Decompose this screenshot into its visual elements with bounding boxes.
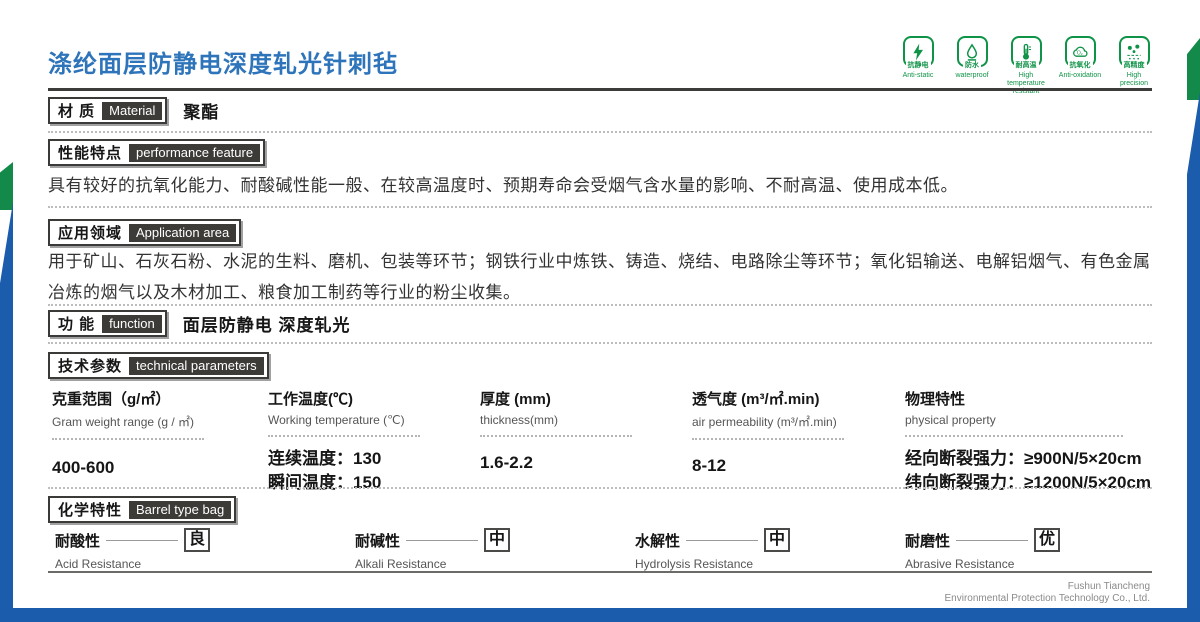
page-title: 涤纶面层防静电深度轧光针刺毡 [48, 44, 398, 79]
application-label: 应用领域 Application area [48, 219, 241, 246]
feature-high-temperature: 耐高温 High temperature resistant [1004, 36, 1048, 96]
param-thickness: 厚度 (mm) thickness(mm) 1.6-2.2 [480, 388, 692, 495]
application-label-en-badge: Application area [129, 224, 236, 242]
param-air-permeability: 透气度 (m³/㎡.min) air permeability (m³/㎡.mi… [692, 388, 905, 495]
section-divider [48, 342, 1152, 344]
function-value: 面层防静电 深度轧光 [183, 311, 351, 336]
connector-line [106, 540, 178, 541]
material-value: 聚酯 [183, 98, 219, 123]
feature-anti-static: 抗静电 Anti-static [896, 36, 940, 96]
rating-badge: 中 [484, 528, 510, 552]
section-divider [48, 487, 1152, 489]
chemical-label-en-badge: Barrel type bag [129, 501, 231, 519]
company-name: Fushun Tiancheng Environmental Protectio… [945, 581, 1151, 605]
title-divider [48, 88, 1152, 91]
column-divider [268, 435, 420, 437]
param-working-temperature: 工作温度(℃) Working temperature (℃) 连续温度：130… [268, 388, 480, 495]
chem-abrasive-resistance: 耐磨性 优 Abrasive Resistance [905, 528, 1060, 571]
parameters-table: 克重范围（g/㎡） Gram weight range (g / ㎡) 400-… [52, 388, 1160, 495]
function-label-en-badge: function [102, 315, 162, 333]
chemical-label: 化学特性 Barrel type bag [48, 496, 236, 523]
function-row: 功 能 function 面层防静电 深度轧光 [48, 310, 350, 337]
material-label-en-badge: Material [102, 102, 162, 120]
performance-label: 性能特点 performance feature [48, 139, 265, 166]
column-divider [905, 435, 1123, 437]
param-gram-weight: 克重范围（g/㎡） Gram weight range (g / ㎡) 400-… [52, 388, 268, 495]
connector-line [686, 540, 758, 541]
column-divider [52, 438, 204, 440]
right-edge-decoration [1187, 38, 1200, 608]
feature-icon-row: 抗静电 Anti-static 防水 waterproof 耐高温 High t… [896, 36, 1156, 96]
feature-waterproof: 防水 waterproof [950, 36, 994, 96]
rating-badge: 良 [184, 528, 210, 552]
chem-hydrolysis-resistance: 水解性 中 Hydrolysis Resistance [635, 528, 790, 571]
product-datasheet: 涤纶面层防静电深度轧光针刺毡 抗静电 Anti-static 防水 waterp… [0, 0, 1200, 622]
performance-text: 具有较好的抗氧化能力、耐酸碱性能一般、在较高温度时、预期寿命会受烟气含水量的影响… [48, 170, 1154, 201]
section-divider [48, 206, 1152, 208]
left-edge-decoration [0, 162, 13, 608]
section-divider [48, 131, 1152, 133]
connector-line [406, 540, 478, 541]
application-text: 用于矿山、石灰石粉、水泥的生料、磨机、包装等环节；钢铁行业中炼铁、铸造、烧结、电… [48, 246, 1154, 308]
technical-label-en-badge: technical parameters [129, 357, 264, 375]
column-divider [692, 438, 844, 440]
svg-text:O₂: O₂ [1077, 50, 1083, 56]
rating-badge: 中 [764, 528, 790, 552]
param-physical-property: 物理特性 physical property 经向断裂强力：≥900N/5×20… [905, 388, 1160, 495]
chem-alkali-resistance: 耐碱性 中 Alkali Resistance [355, 528, 510, 571]
connector-line [956, 540, 1028, 541]
technical-label: 技术参数 technical parameters [48, 352, 269, 379]
function-label: 功 能 function [48, 310, 167, 337]
bottom-bar-decoration [0, 608, 1200, 622]
section-divider [48, 304, 1152, 306]
footer-divider [48, 571, 1152, 573]
feature-anti-oxidation: O₂ 抗氧化 Anti-oxidation [1058, 36, 1102, 96]
performance-label-en-badge: performance feature [129, 144, 260, 162]
rating-badge: 优 [1034, 528, 1060, 552]
feature-high-precision: 高精度 High precision [1112, 36, 1156, 96]
material-label: 材 质 Material [48, 97, 167, 124]
column-divider [480, 435, 632, 437]
material-row: 材 质 Material 聚酯 [48, 97, 219, 124]
chem-acid-resistance: 耐酸性 良 Acid Resistance [55, 528, 210, 571]
